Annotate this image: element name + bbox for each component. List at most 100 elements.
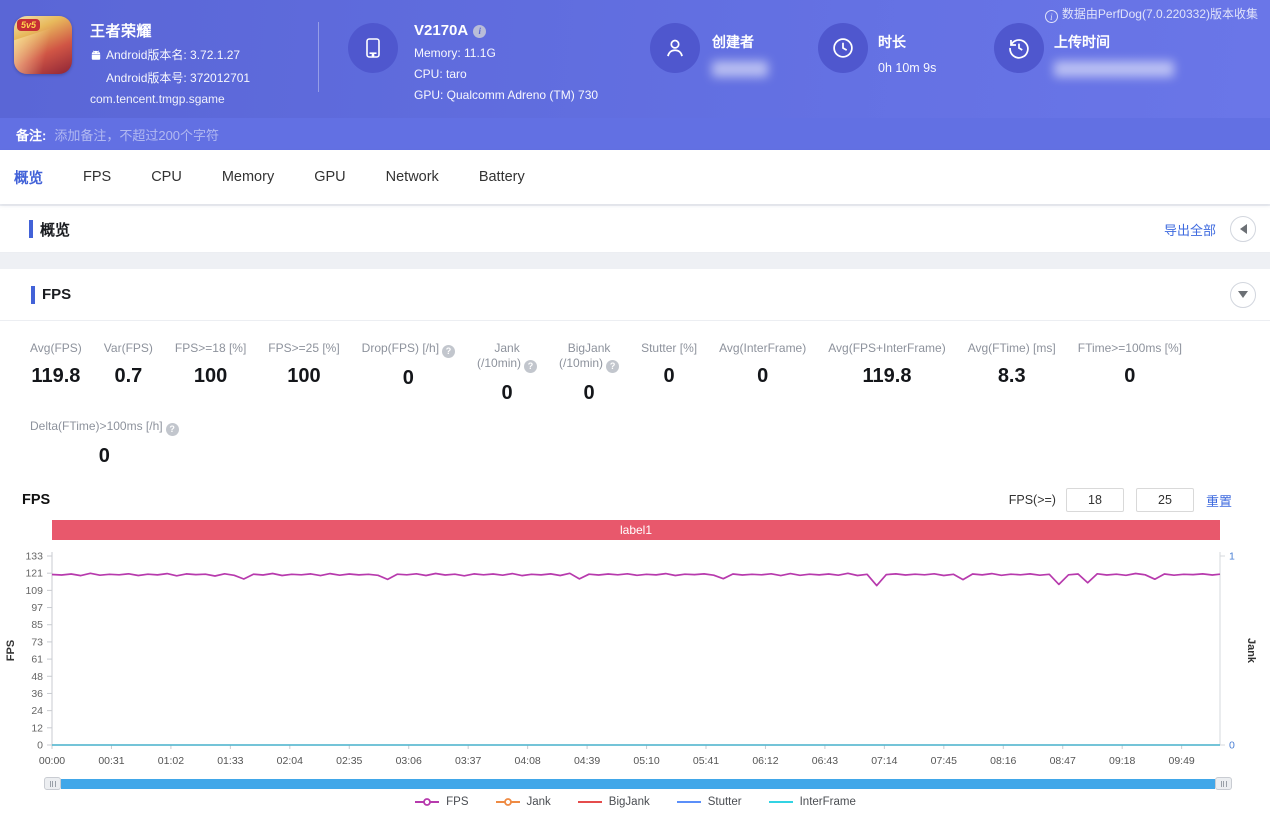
section-gap — [0, 253, 1270, 269]
range-grip-right[interactable] — [1215, 777, 1232, 790]
tab-memory[interactable]: Memory — [222, 169, 274, 185]
collapse-fps-button[interactable] — [1230, 282, 1256, 308]
help-icon[interactable]: ? — [606, 360, 619, 373]
export-all-link[interactable]: 导出全部 — [1164, 220, 1216, 239]
chart-legend: FPS Jank BigJank Stutter InterFrame — [0, 796, 1270, 808]
stat-value: 0 — [1078, 365, 1182, 388]
svg-text:01:33: 01:33 — [217, 755, 243, 767]
android-version-code: Android版本号: 372012701 — [106, 69, 250, 86]
svg-text:12: 12 — [31, 722, 43, 734]
stat-value: 119.8 — [30, 365, 82, 388]
stat-value: 0 — [641, 365, 697, 388]
device-model: V2170Ai — [414, 22, 598, 39]
upload-time-label: 上传时间 — [1054, 32, 1174, 52]
stat-cell: FPS>=18 [%] 100 — [175, 341, 246, 405]
help-icon[interactable]: ? — [442, 345, 455, 358]
stat-label: Avg(FPS) — [30, 341, 82, 356]
fps-chart-header: FPS FPS(>=) 重置 — [0, 480, 1270, 520]
stat-value: 100 — [175, 365, 246, 388]
upload-time-value-redacted — [1054, 61, 1174, 77]
stat-cell: Avg(FTime) [ms]8.3 — [968, 341, 1056, 405]
range-track[interactable] — [61, 779, 1215, 789]
tab-cpu[interactable]: CPU — [151, 169, 182, 185]
svg-text:03:06: 03:06 — [396, 755, 422, 767]
source-note: i数据由PerfDog(7.0.220332)版本收集 — [1045, 5, 1258, 23]
legend-marker-icon — [414, 797, 440, 807]
stat-value: 100 — [268, 365, 339, 388]
svg-text:0: 0 — [37, 740, 43, 752]
device-info-icon[interactable]: i — [473, 25, 486, 38]
stat-label: FPS>=18 [%] — [175, 341, 246, 356]
collapse-down-icon — [1238, 291, 1248, 298]
fps-threshold-input-1[interactable] — [1066, 488, 1124, 512]
stat-value: 8.3 — [968, 365, 1056, 388]
stat-value: 0 — [477, 382, 537, 405]
game-app-icon: 5v5 — [14, 16, 72, 74]
svg-text:05:10: 05:10 — [633, 755, 659, 767]
range-grip-left[interactable] — [44, 777, 61, 790]
stat-cell: FPS>=25 [%] 100 — [268, 341, 339, 405]
help-icon[interactable]: ? — [524, 360, 537, 373]
app-name: 王者荣耀 — [90, 20, 250, 41]
svg-text:1: 1 — [1229, 551, 1235, 563]
app-icon-badge: 5v5 — [17, 19, 40, 31]
duration-label: 时长 — [878, 32, 936, 52]
stat-label: FPS>=25 [%] — [268, 341, 339, 356]
stat-label: Jank (/10min)? — [477, 341, 537, 373]
section-tabs: 概览 FPS CPU Memory GPU Network Battery — [0, 150, 1270, 204]
tab-network[interactable]: Network — [386, 169, 439, 185]
creator-label: 创建者 — [712, 32, 768, 52]
svg-text:04:39: 04:39 — [574, 755, 600, 767]
legend-label: Stutter — [708, 796, 742, 808]
svg-text:FPS: FPS — [5, 640, 17, 661]
legend-item-fps[interactable]: FPS — [414, 796, 468, 808]
stat-value: 0 — [30, 445, 179, 468]
overview-title: 概览 — [40, 219, 70, 240]
tab-fps[interactable]: FPS — [83, 169, 111, 185]
stat-label: Var(FPS) — [104, 341, 153, 356]
svg-text:07:45: 07:45 — [931, 755, 957, 767]
legend-item-interframe[interactable]: InterFrame — [768, 796, 856, 808]
creator-value-redacted — [712, 61, 768, 77]
legend-item-bigjank[interactable]: BigJank — [577, 796, 650, 808]
chart-label1-banner: label1 — [52, 520, 1220, 540]
tab-概览[interactable]: 概览 — [14, 167, 43, 188]
note-placeholder: 添加备注，不超过200个字符 — [54, 125, 219, 144]
app-header: 5v5 王者荣耀 Android版本名: 3.72.1.27 Android版本… — [0, 0, 1270, 118]
svg-text:09:49: 09:49 — [1169, 755, 1195, 767]
upload-time-icon — [994, 23, 1044, 73]
legend-item-stutter[interactable]: Stutter — [676, 796, 742, 808]
stat-cell: Avg(InterFrame)0 — [719, 341, 806, 405]
duration-icon — [818, 23, 868, 73]
stat-label: BigJank (/10min)? — [559, 341, 619, 373]
stat-value: 119.8 — [828, 365, 945, 388]
legend-label: FPS — [446, 796, 468, 808]
note-label: 备注: — [16, 125, 46, 144]
legend-label: BigJank — [609, 796, 650, 808]
svg-text:08:16: 08:16 — [990, 755, 1016, 767]
device-cpu: CPU: taro — [414, 67, 598, 81]
section-accent-bar — [31, 286, 35, 304]
stat-cell: Var(FPS)0.7 — [104, 341, 153, 405]
legend-marker-icon — [495, 797, 521, 807]
svg-text:48: 48 — [31, 671, 43, 683]
reset-link[interactable]: 重置 — [1206, 491, 1232, 510]
tab-gpu[interactable]: GPU — [314, 169, 345, 185]
svg-text:Jank: Jank — [1245, 638, 1257, 664]
stat-label: Avg(FPS+InterFrame) — [828, 341, 945, 356]
fps-line-chart: 012243648617385971091211330100:0000:3101… — [0, 540, 1270, 768]
note-bar[interactable]: 备注: 添加备注，不超过200个字符 — [0, 118, 1270, 150]
tab-battery[interactable]: Battery — [479, 169, 525, 185]
info-outline-icon: i — [1045, 10, 1058, 23]
stat-label: Avg(InterFrame) — [719, 341, 806, 356]
legend-item-jank[interactable]: Jank — [495, 796, 551, 808]
collapse-overview-button[interactable] — [1230, 216, 1256, 242]
fps-stats-row2: Delta(FTime)>100ms [/h]?0 — [0, 405, 1270, 472]
fps-section-title: FPS — [42, 286, 71, 303]
svg-text:09:18: 09:18 — [1109, 755, 1135, 767]
chart-range-scrollbar[interactable] — [44, 777, 1232, 790]
help-icon[interactable]: ? — [166, 423, 179, 436]
svg-text:133: 133 — [25, 551, 43, 563]
duration-value: 0h 10m 9s — [878, 61, 936, 75]
fps-threshold-input-2[interactable] — [1136, 488, 1194, 512]
